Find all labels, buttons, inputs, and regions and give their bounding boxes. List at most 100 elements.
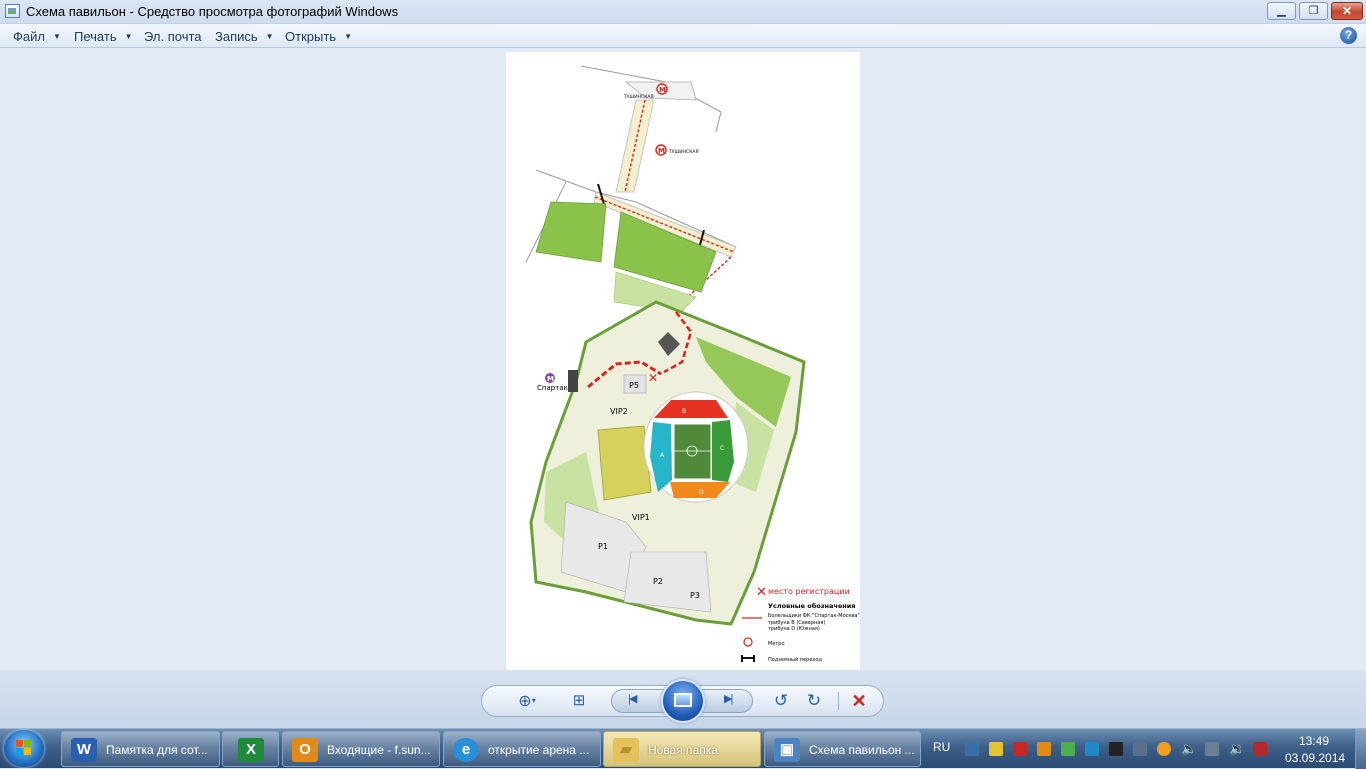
menu-print-label: Печать	[74, 29, 117, 44]
app-tray-icon[interactable]	[1157, 742, 1171, 756]
metro-label-spartak: Спартак	[537, 384, 568, 392]
slideshow-button[interactable]	[661, 679, 705, 723]
chevron-down-icon: ▼	[344, 32, 352, 41]
taskbar-item-outlook[interactable]: O Входящие - f.sun...	[282, 731, 440, 767]
actual-size-button[interactable]: ⊞	[566, 686, 592, 716]
menu-file[interactable]: Файл ▼	[13, 29, 61, 44]
legend-registration: место регистрации	[768, 587, 850, 596]
photo-viewer-app-icon[interactable]	[5, 4, 20, 18]
stadium-map-image: M ТУШИНСКАЯ M ТУШИНСКАЯ M Спартак P5 VIP…	[506, 52, 860, 670]
chevron-down-icon: ▼	[265, 32, 274, 41]
stand-east-label: C	[720, 445, 724, 452]
svg-text:M: M	[658, 147, 665, 155]
checkmark-icon[interactable]	[1061, 742, 1075, 756]
svg-text:M: M	[659, 86, 666, 94]
close-window-button[interactable]: ✕	[1331, 2, 1363, 20]
metro-label-top: ТУШИНСКАЯ	[623, 94, 654, 100]
menu-email[interactable]: Эл. почта	[144, 29, 202, 44]
usb-icon[interactable]	[1205, 742, 1219, 756]
zoom-icon: ⊕	[518, 693, 532, 710]
taskbar-item-explorer-folder[interactable]: ▰ Новая папка	[603, 731, 761, 767]
security-icon[interactable]	[989, 742, 1003, 756]
menu-email-label: Эл. почта	[144, 29, 202, 44]
delete-icon: ✕	[851, 691, 867, 711]
zoom-button[interactable]: ⊕▾	[510, 686, 544, 716]
lot-vip1: VIP1	[632, 513, 650, 522]
legend-underpass: Подземный переход	[768, 656, 822, 663]
lot-p1: P1	[598, 542, 608, 551]
lot-vip2: VIP2	[610, 407, 628, 416]
svg-text:M: M	[547, 375, 554, 383]
monitor-icon[interactable]	[1109, 742, 1123, 756]
delete-button[interactable]: ✕	[844, 686, 874, 716]
outlook-icon: O	[292, 738, 318, 762]
system-tray: RU 🔈 🔉 13:49 03.09.2014	[927, 729, 1366, 769]
taskbar-item-label: Схема павильон ...	[809, 743, 915, 757]
menu-print[interactable]: Печать ▼	[74, 29, 133, 44]
folder-icon: ▰	[613, 738, 639, 762]
taskbar-item-excel[interactable]: X	[222, 731, 279, 767]
viewer-toolbar: ⊕▾ ⊞ |◀ ▶| ↺ ↻ ✕	[0, 670, 1366, 728]
clock-date[interactable]: 03.09.2014	[1285, 751, 1345, 765]
eye-icon[interactable]	[1085, 742, 1099, 756]
taskbar: W Памятка для сот... X O Входящие - f.su…	[0, 728, 1366, 769]
menu-burn-label: Запись	[215, 29, 258, 44]
photo-viewer-icon: ▣	[774, 738, 800, 762]
language-indicator[interactable]: RU	[933, 740, 950, 754]
lot-p2: P2	[653, 577, 663, 586]
stand-south-label: D	[699, 489, 704, 496]
svg-text:✕: ✕	[756, 585, 767, 600]
display-icon[interactable]	[1133, 742, 1147, 756]
start-button[interactable]	[4, 730, 44, 767]
show-desktop-button[interactable]	[1355, 729, 1366, 769]
lot-p3: P3	[690, 591, 700, 600]
speaker-icon[interactable]: 🔈	[1181, 742, 1197, 756]
playback-controls: ⊕▾ ⊞ |◀ ▶| ↺ ↻ ✕	[481, 679, 884, 723]
legend-route-3: трибуна D (Южная)	[768, 626, 820, 632]
previous-image-button[interactable]: |◀	[628, 692, 637, 705]
svg-text:✕: ✕	[648, 371, 658, 385]
legend-title: Условные обозначения	[768, 602, 855, 610]
window-title: Схема павильон - Средство просмотра фото…	[26, 4, 399, 19]
legend-route-1: Болельщики ФК "Спартак-Москва"	[768, 613, 860, 619]
pdf-icon[interactable]	[1013, 742, 1027, 756]
stadium-map-svg: M ТУШИНСКАЯ M ТУШИНСКАЯ M Спартак P5 VIP…	[525, 65, 860, 663]
taskbar-item-label: Новая папка	[648, 743, 718, 757]
stand-north-label: В	[682, 408, 686, 415]
chevron-down-icon: ▾	[531, 696, 536, 705]
rotate-right-icon: ↻	[806, 691, 822, 710]
chevron-down-icon: ▼	[52, 32, 61, 41]
taskbar-item-label: открытие арена ...	[488, 743, 590, 757]
menu-file-label: Файл	[13, 29, 45, 44]
maximize-button[interactable]: ❐	[1299, 2, 1328, 20]
rotate-left-button[interactable]: ↺	[767, 686, 795, 716]
outlook-tray-icon[interactable]	[1037, 742, 1051, 756]
help-icon[interactable]: ?	[1340, 27, 1357, 44]
rotate-right-button[interactable]: ↻	[800, 686, 828, 716]
image-viewport[interactable]: M ТУШИНСКАЯ M ТУШИНСКАЯ M Спартак P5 VIP…	[0, 48, 1366, 670]
taskbar-item-label: Входящие - f.sun...	[327, 743, 431, 757]
taskbar-item-word[interactable]: W Памятка для сот...	[61, 731, 220, 767]
network-icon[interactable]	[965, 742, 979, 756]
menu-bar: Файл ▼ Печать ▼ Эл. почта Запись ▼ Открыть ▼…	[0, 24, 1366, 48]
minimize-button[interactable]: ▁	[1267, 2, 1296, 20]
lot-p5: P5	[629, 381, 639, 390]
legend-metro: Метро	[768, 641, 785, 647]
action-center-icon[interactable]	[1253, 742, 1267, 756]
taskbar-item-internet-explorer[interactable]: e открытие арена ...	[443, 731, 601, 767]
taskbar-item-label: Памятка для сот...	[106, 743, 208, 757]
toolbar-divider	[838, 692, 839, 710]
menu-burn[interactable]: Запись ▼	[215, 29, 274, 44]
clock-time[interactable]: 13:49	[1299, 734, 1329, 748]
taskbar-item-photo-viewer[interactable]: ▣ Схема павильон ...	[764, 731, 921, 767]
word-icon: W	[71, 738, 97, 762]
excel-icon: X	[238, 738, 264, 762]
title-bar: Схема павильон - Средство просмотра фото…	[0, 0, 1366, 24]
next-image-button[interactable]: ▶|	[724, 692, 733, 705]
internet-explorer-icon: e	[453, 738, 479, 762]
windows-logo-icon	[16, 740, 32, 756]
rotate-left-icon: ↺	[773, 691, 789, 710]
menu-open[interactable]: Открыть ▼	[285, 29, 352, 44]
volume-icon[interactable]: 🔉	[1229, 742, 1245, 756]
actual-size-icon: ⊞	[572, 692, 586, 709]
